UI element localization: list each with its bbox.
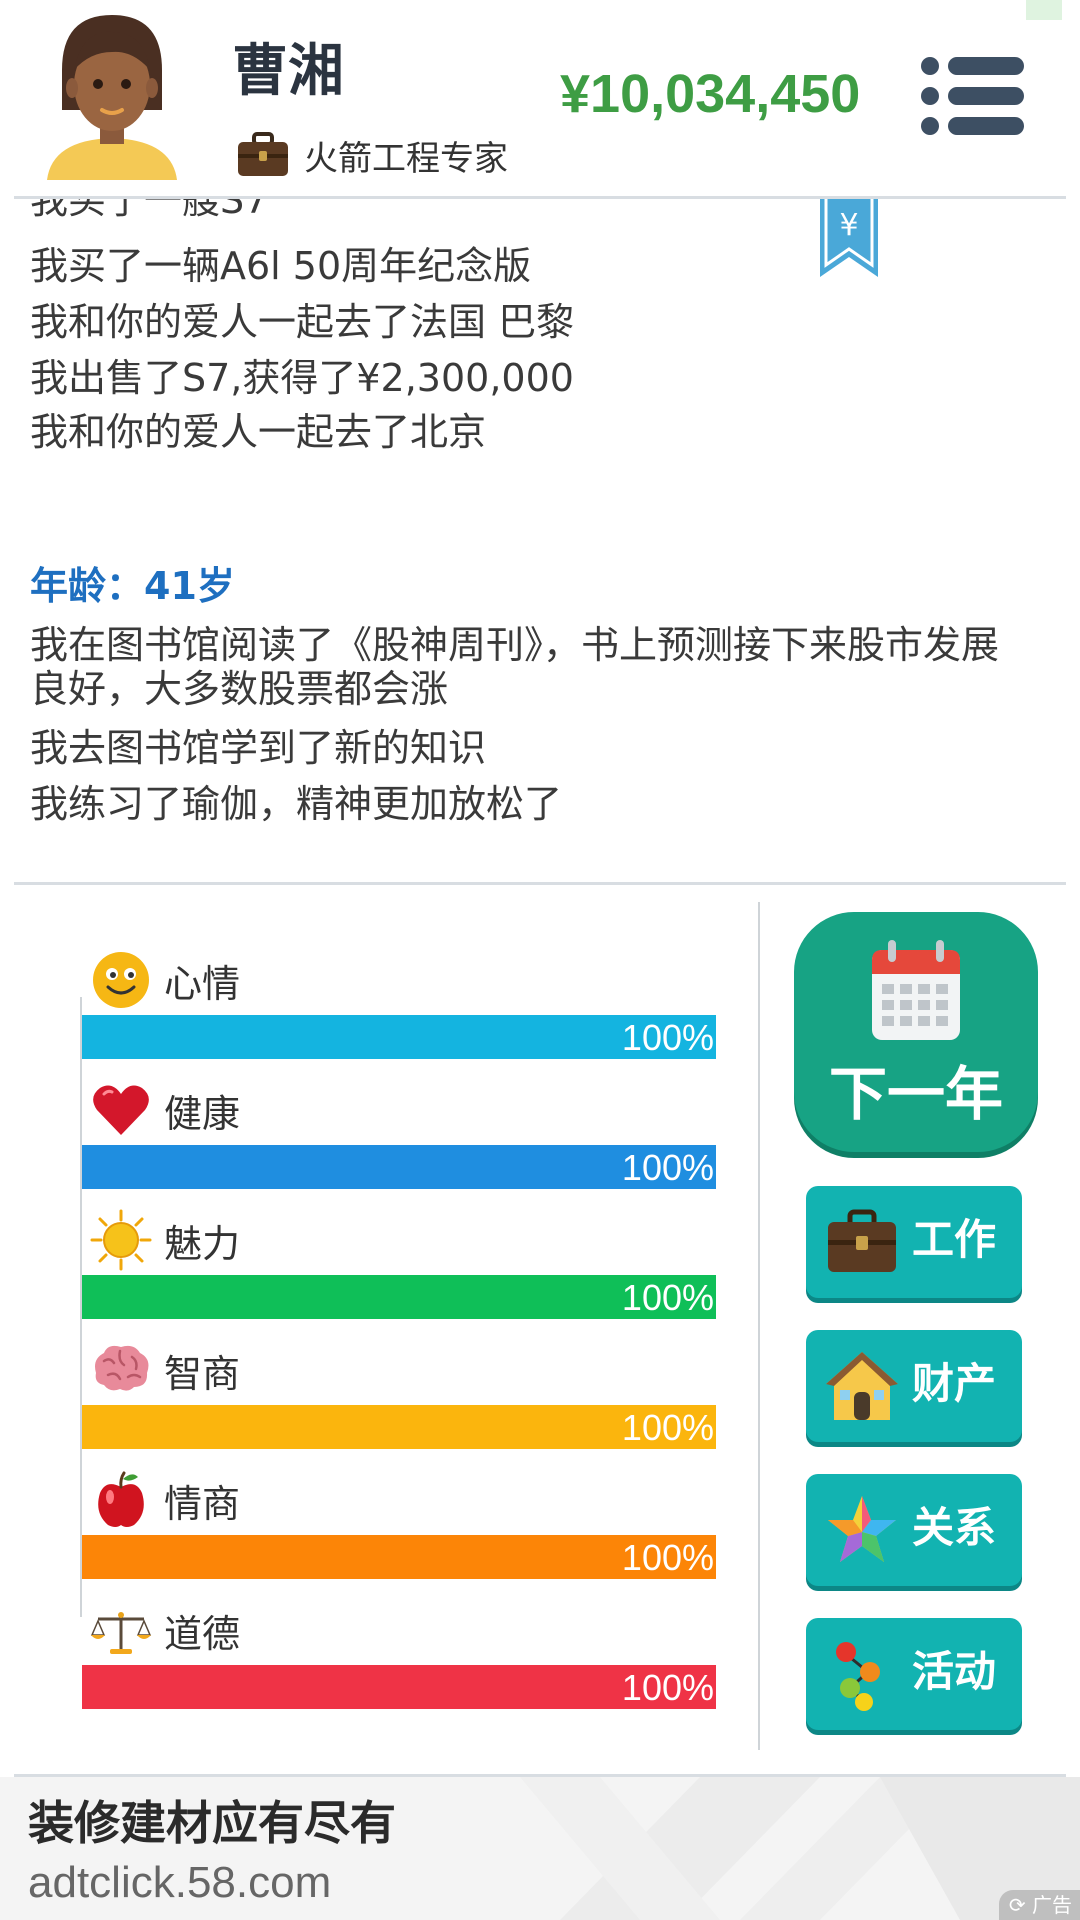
work-label: 工作 <box>912 1215 997 1264</box>
stat-value: 100% <box>621 1017 714 1058</box>
stat-bar-iq: 100% <box>82 1405 716 1449</box>
player-name: 曹湘 <box>232 39 344 104</box>
age-heading: 年龄：41岁 <box>30 564 235 608</box>
ad-badge-label: 广告 <box>1032 1893 1072 1917</box>
log-line: 我练习了瑜伽，精神更加放松了 <box>30 782 563 826</box>
apple-icon <box>98 1471 144 1527</box>
sun-icon <box>90 1209 152 1271</box>
job-title: 火箭工程专家 <box>304 138 508 179</box>
stat-name: 心情 <box>164 961 241 1006</box>
briefcase-icon <box>828 1209 896 1272</box>
event-log[interactable]: 我买了一艘S7 我买了一辆A6l 50周年纪念版 我和你的爱人一起去了法国 巴黎… <box>0 199 1080 881</box>
stat-fill: 100% <box>82 1665 716 1709</box>
header: 曹湘 火箭工程专家 ¥10,034,450 <box>0 0 1080 196</box>
work-button[interactable]: 工作 <box>806 1186 1022 1298</box>
next-year-label: 下一年 <box>828 1060 1003 1128</box>
smiley-icon <box>93 952 149 1008</box>
stat-label-charm: 魅力 <box>90 1209 240 1271</box>
brain-icon <box>95 1345 149 1391</box>
next-year-button[interactable]: 下一年 <box>794 912 1038 1152</box>
property-button[interactable]: 财产 <box>806 1330 1022 1442</box>
stat-value: 100% <box>621 1277 714 1318</box>
stat-fill: 100% <box>82 1015 716 1059</box>
log-line: 我在图书馆阅读了《股神周刊》，书上预测接下来股市发展良好，大多数股票都会涨 <box>30 623 1000 711</box>
stat-bar-morality: 100% <box>82 1665 716 1709</box>
activities-button[interactable]: 活动 <box>806 1618 1022 1730</box>
stat-label-iq: 智商 <box>90 1339 240 1401</box>
stat-name: 魅力 <box>164 1221 241 1266</box>
relations-button[interactable]: 关系 <box>806 1474 1022 1586</box>
scale-icon <box>90 1612 152 1654</box>
stat-label-morality: 道德 <box>90 1599 240 1661</box>
stat-value: 100% <box>621 1407 714 1448</box>
menu-icon[interactable] <box>920 56 1026 136</box>
calendar-icon <box>872 940 960 1040</box>
log-line: 我和你的爱人一起去了法国 巴黎 <box>30 300 575 344</box>
house-icon <box>826 1352 898 1420</box>
stat-bar-health: 100% <box>82 1145 716 1189</box>
log-line: 我买了一艘S7 <box>30 199 269 222</box>
corner-indicator <box>1026 0 1062 20</box>
ad-url: adtclick.58.com <box>28 1858 332 1907</box>
stat-name: 道德 <box>164 1611 241 1656</box>
property-label: 财产 <box>912 1359 997 1408</box>
briefcase-icon <box>238 132 288 176</box>
stat-label-eq: 情商 <box>90 1469 240 1531</box>
stat-label-mood: 心情 <box>90 949 240 1011</box>
avatar <box>47 15 177 180</box>
stat-fill: 100% <box>82 1535 716 1579</box>
svg-text:¥: ¥ <box>839 208 858 243</box>
ad-banner[interactable]: 装修建材应有尽有 adtclick.58.com ⟳ 广告 <box>0 1777 1080 1920</box>
stat-value: 100% <box>621 1537 714 1578</box>
stat-bar-charm: 100% <box>82 1275 716 1319</box>
stat-fill: 100% <box>82 1275 716 1319</box>
log-line: 我去图书馆学到了新的知识 <box>30 726 487 770</box>
activities-icon <box>836 1642 880 1711</box>
stat-bar-eq: 100% <box>82 1535 716 1579</box>
stat-fill: 100% <box>82 1405 716 1449</box>
stat-name: 情商 <box>164 1481 241 1526</box>
stat-bar-mood: 100% <box>82 1015 716 1059</box>
money-balance: ¥10,034,450 <box>560 64 861 124</box>
stats-panel: 心情 100% 健康 100% 魅力 100% 智商 100% 情商 100% … <box>0 885 760 1770</box>
relations-label: 关系 <box>912 1503 997 1552</box>
stat-label-health: 健康 <box>90 1079 240 1141</box>
ad-badge: ⟳ 广告 <box>998 1890 1080 1920</box>
money-bookmark-icon[interactable]: ¥ <box>820 199 878 277</box>
stat-value: 100% <box>621 1147 714 1188</box>
activities-label: 活动 <box>912 1647 997 1696</box>
stat-name: 健康 <box>164 1091 241 1136</box>
log-line: 我出售了S7,获得了¥2,300,000 <box>30 356 574 400</box>
job-info: 火箭工程专家 <box>236 130 508 180</box>
divider <box>758 902 760 1750</box>
log-line: 我买了一辆A6l 50周年纪念版 <box>30 244 532 288</box>
log-line: 我和你的爱人一起去了北京 <box>30 410 487 454</box>
stat-fill: 100% <box>82 1145 716 1189</box>
stat-name: 智商 <box>164 1351 241 1396</box>
star-icon <box>828 1496 896 1562</box>
stat-value: 100% <box>621 1667 714 1708</box>
heart-icon <box>93 1085 149 1135</box>
ad-title: 装修建材应有尽有 <box>28 1796 396 1850</box>
